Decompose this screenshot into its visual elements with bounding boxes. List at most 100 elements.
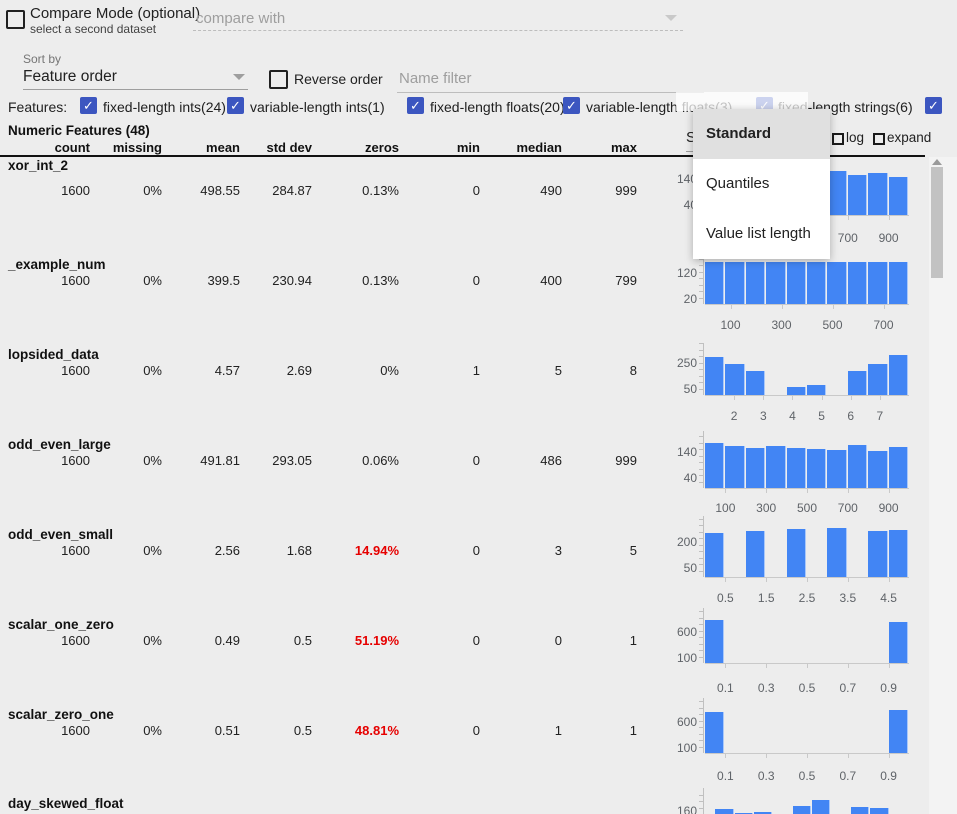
scrollbar-thumb[interactable] xyxy=(931,167,943,278)
feature-type-checkbox[interactable]: ✓ xyxy=(80,97,97,114)
y-axis-tick xyxy=(699,272,703,273)
x-axis-label: 100 xyxy=(709,318,753,332)
y-axis-label: 140 xyxy=(657,445,697,459)
stat-max: 999 xyxy=(557,453,637,468)
x-axis-tick xyxy=(889,216,890,220)
histogram-bar xyxy=(889,177,908,215)
scrollbar-up-arrow-icon[interactable] xyxy=(932,159,942,165)
name-filter-input[interactable]: Name filter xyxy=(399,70,472,87)
compare-with-input[interactable]: compare with xyxy=(196,10,285,27)
reverse-order-checkbox[interactable] xyxy=(269,70,288,89)
stat-std_dev: 230.94 xyxy=(232,273,312,288)
stat-min: 0 xyxy=(400,273,480,288)
y-axis-tick xyxy=(699,701,703,702)
x-axis-tick xyxy=(725,578,726,582)
x-axis-tick xyxy=(725,754,726,758)
x-axis-tick xyxy=(848,578,849,582)
y-axis-tick xyxy=(699,571,703,572)
column-header-mean: mean xyxy=(160,140,240,155)
stat-count: 1600 xyxy=(10,723,90,738)
histogram-bar xyxy=(746,262,765,304)
x-axis-tick xyxy=(880,396,881,400)
stat-missing: 0% xyxy=(82,273,162,288)
y-axis-tick xyxy=(699,644,703,645)
stat-mean: 399.5 xyxy=(160,273,240,288)
stat-max: 999 xyxy=(557,183,637,198)
y-axis-tick xyxy=(699,291,703,292)
stat-mean: 498.55 xyxy=(160,183,240,198)
x-axis-tick xyxy=(807,754,808,758)
x-axis-tick xyxy=(822,396,823,400)
stat-missing: 0% xyxy=(82,723,162,738)
expand-checkbox-box[interactable] xyxy=(873,133,885,145)
y-axis-tick xyxy=(699,727,703,728)
histogram-bar xyxy=(848,445,867,488)
x-axis-label: 0.1 xyxy=(703,769,747,783)
histogram-bar xyxy=(807,385,826,395)
y-axis-tick xyxy=(699,525,703,526)
x-axis-label: 3.5 xyxy=(826,591,870,605)
stat-zeros: 0.13% xyxy=(319,273,399,288)
x-axis-tick xyxy=(807,578,808,582)
y-axis-tick xyxy=(699,343,703,344)
x-axis-label: 900 xyxy=(867,501,911,515)
histogram-bar xyxy=(705,712,724,753)
feature-type-checkbox[interactable]: ✓ xyxy=(227,97,244,114)
x-axis-label: 2.5 xyxy=(785,591,829,605)
stat-median: 0 xyxy=(482,633,562,648)
sort-by-underline xyxy=(23,89,248,90)
histogram-bar xyxy=(870,808,888,814)
stat-count: 1600 xyxy=(10,633,90,648)
stat-zeros: 51.19% xyxy=(319,633,399,648)
feature-type-checkbox[interactable]: ✓ xyxy=(563,97,580,114)
log-label: log xyxy=(846,130,864,145)
compare-with-dropdown-icon[interactable] xyxy=(665,15,677,21)
expand-checkbox[interactable] xyxy=(873,132,885,150)
x-axis-tick xyxy=(807,664,808,668)
compare-mode-checkbox[interactable] xyxy=(6,10,25,29)
y-axis-tick xyxy=(699,631,703,632)
stat-median: 490 xyxy=(482,183,562,198)
x-axis-tick xyxy=(792,396,793,400)
histogram-bar xyxy=(787,448,806,488)
y-axis-tick xyxy=(699,369,703,370)
histogram-bar xyxy=(868,364,887,395)
sort-by-select[interactable]: Feature order xyxy=(23,68,117,86)
histogram-bar xyxy=(746,448,765,488)
y-axis-label: 600 xyxy=(657,715,697,729)
histogram-bar xyxy=(705,262,724,304)
feature-type-checkbox[interactable]: ✓ xyxy=(925,97,942,114)
feature-type-checkbox[interactable]: ✓ xyxy=(407,97,424,114)
y-axis-line xyxy=(703,608,704,663)
histogram-bar xyxy=(766,446,785,488)
y-axis-tick xyxy=(699,708,703,709)
y-axis-label: 600 xyxy=(657,625,697,639)
histogram-bar xyxy=(848,371,867,395)
reverse-order-label: Reverse order xyxy=(294,71,383,87)
y-axis-tick xyxy=(699,356,703,357)
menu-item-quantiles[interactable]: Quantiles xyxy=(693,159,830,209)
histogram-bar xyxy=(812,800,830,814)
log-checkbox[interactable] xyxy=(832,132,844,150)
stat-missing: 0% xyxy=(82,183,162,198)
menu-item-value-list-length[interactable]: Value list length xyxy=(693,209,830,259)
x-axis-tick xyxy=(848,754,849,758)
y-axis-tick xyxy=(699,795,703,796)
sort-by-dropdown-icon[interactable] xyxy=(233,74,245,80)
column-header-std-dev: std dev xyxy=(232,140,312,155)
histogram-bar xyxy=(725,262,744,304)
scrollbar[interactable] xyxy=(929,157,957,814)
y-axis-tick xyxy=(699,538,703,539)
feature-type-label: variable-length ints(1) xyxy=(250,99,385,115)
histogram-bar xyxy=(848,175,867,215)
histogram-bar xyxy=(725,446,744,488)
column-header-max: max xyxy=(557,140,637,155)
column-header-min: min xyxy=(400,140,480,155)
histogram-bar xyxy=(827,262,846,304)
y-axis-tick xyxy=(699,558,703,559)
x-axis-label: 700 xyxy=(826,501,870,515)
log-checkbox-box[interactable] xyxy=(832,133,844,145)
menu-item-standard[interactable]: Standard xyxy=(693,109,830,159)
stat-zeros: 14.94% xyxy=(319,543,399,558)
stat-min: 0 xyxy=(400,633,480,648)
